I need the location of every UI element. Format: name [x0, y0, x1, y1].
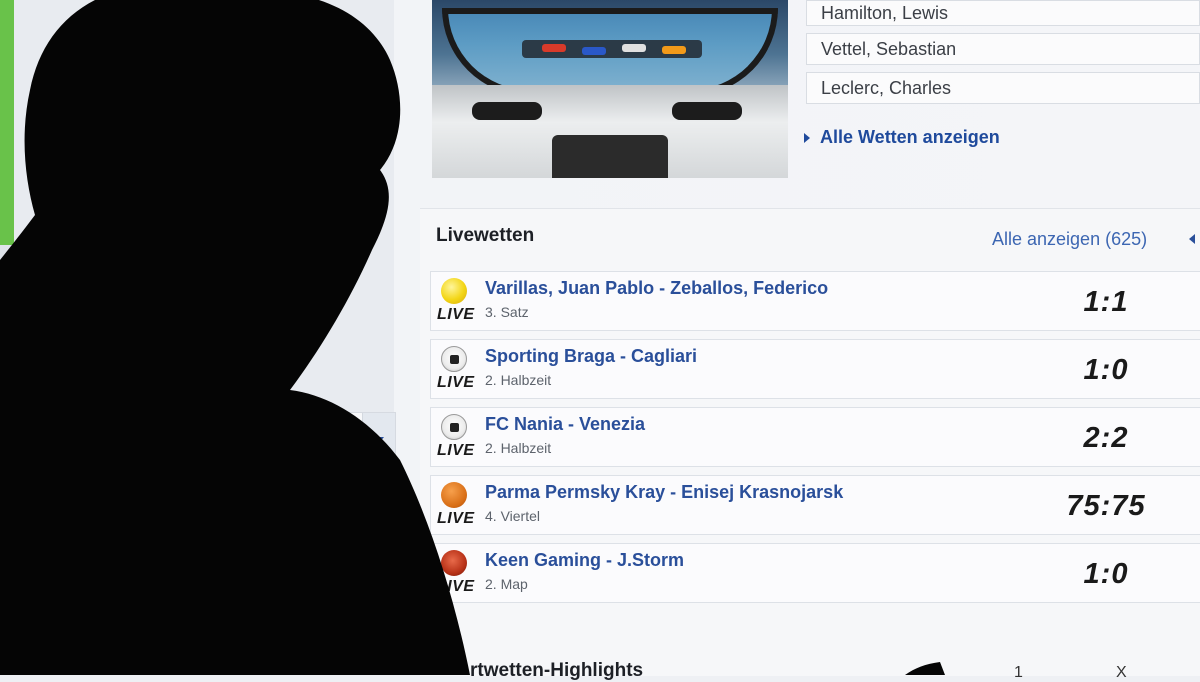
person-silhouette [0, 0, 945, 675]
